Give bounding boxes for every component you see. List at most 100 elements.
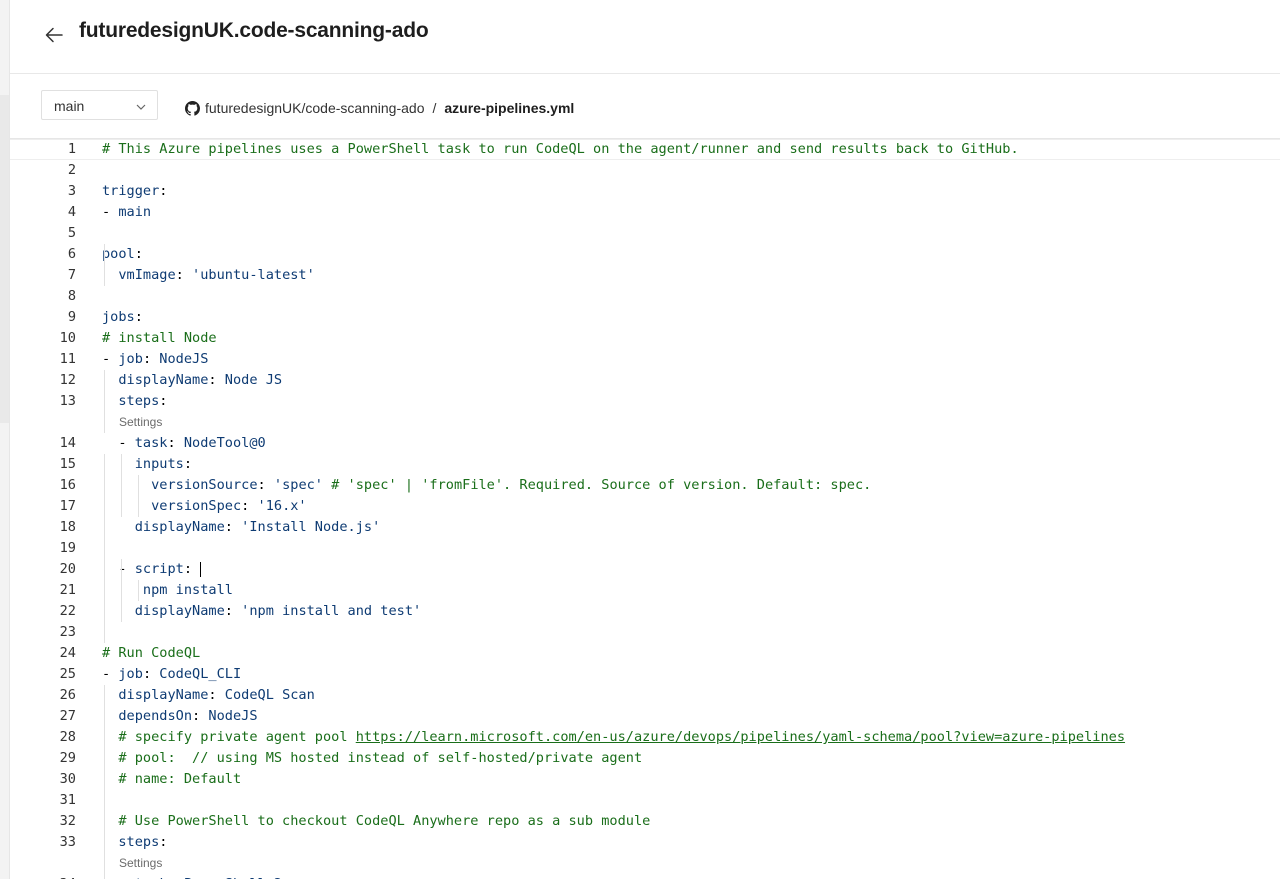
code-line[interactable]: 8 xyxy=(10,286,1280,307)
code-text: - task: PowerShell@2 xyxy=(102,874,282,879)
code-text: versionSpec: '16.x' xyxy=(151,498,307,514)
code-line[interactable]: 25 - job: CodeQL_CLI xyxy=(10,664,1280,685)
code-line[interactable]: 18 displayName: 'Install Node.js' xyxy=(10,517,1280,538)
code-line[interactable]: 2 xyxy=(10,160,1280,181)
code-line[interactable]: 11 - job: NodeJS xyxy=(10,349,1280,370)
code-text: displayName: Node JS xyxy=(118,372,283,388)
code-line[interactable]: 24 # Run CodeQL xyxy=(10,643,1280,664)
line-number: 34 xyxy=(10,874,76,879)
page-title: futuredesignUK.code-scanning-ado xyxy=(79,19,429,42)
line-number: 24 xyxy=(59,645,76,661)
line-number: 30 xyxy=(59,771,76,787)
code-line[interactable]: 6 pool: xyxy=(10,244,1280,265)
code-line[interactable]: 4 - main xyxy=(10,202,1280,223)
indent-guide xyxy=(138,475,139,517)
line-number: 11 xyxy=(59,351,76,367)
line-number: 3 xyxy=(67,183,76,199)
code-editor[interactable]: 1 # This Azure pipelines uses a PowerShel… xyxy=(10,138,1280,879)
code-line[interactable]: 23 xyxy=(10,622,1280,643)
code-line[interactable]: 16 versionSource: 'spec' # 'spec' | 'fro… xyxy=(10,475,1280,496)
line-number: 18 xyxy=(59,519,76,535)
code-line[interactable]: 27 dependsOn: NodeJS xyxy=(10,706,1280,727)
code-line[interactable]: 29 # pool: // using MS hosted instead of… xyxy=(10,748,1280,769)
branch-selector[interactable]: main xyxy=(41,90,158,120)
chevron-down-icon xyxy=(135,100,147,118)
code-line[interactable]: 12 displayName: Node JS xyxy=(10,370,1280,391)
github-icon xyxy=(185,100,200,116)
code-text: dependsOn: NodeJS xyxy=(118,708,258,724)
line-number: 19 xyxy=(59,540,76,556)
code-line[interactable]: 3 trigger: xyxy=(10,181,1280,202)
code-text: pool: xyxy=(102,246,143,262)
file-name[interactable]: azure-pipelines.yml xyxy=(444,100,574,116)
line-number: 6 xyxy=(67,246,76,262)
indent-guide xyxy=(121,454,122,517)
code-text: - job: NodeJS xyxy=(102,351,209,367)
file-toolbar: main futuredesignUK/code-scanning-ado / … xyxy=(10,74,1280,138)
code-text: - script: xyxy=(102,561,202,577)
line-number: 5 xyxy=(67,225,76,241)
code-text: displayName: CodeQL Scan xyxy=(118,687,315,703)
line-number: 7 xyxy=(67,267,76,283)
code-line[interactable]: 15 inputs: xyxy=(10,454,1280,475)
code-text: # Run CodeQL xyxy=(102,645,201,661)
path-separator: / xyxy=(432,100,437,116)
settings-codelens[interactable]: Settings xyxy=(119,412,162,433)
line-number: 20 xyxy=(59,561,76,577)
line-number: 27 xyxy=(59,708,76,724)
code-line[interactable]: 22 displayName: 'npm install and test' xyxy=(10,601,1280,622)
code-line[interactable]: 19 xyxy=(10,538,1280,559)
code-line[interactable]: 20 - script: xyxy=(10,559,1280,580)
line-number: 4 xyxy=(67,204,76,220)
line-number: 10 xyxy=(59,330,76,346)
code-line[interactable]: 26 displayName: CodeQL Scan xyxy=(10,685,1280,706)
back-arrow-icon[interactable] xyxy=(43,24,65,46)
left-scrollbar[interactable] xyxy=(0,0,10,879)
code-line[interactable]: 13 steps: xyxy=(10,391,1280,412)
code-text: # This Azure pipelines uses a PowerShell… xyxy=(102,141,1019,157)
line-number: 16 xyxy=(59,477,76,493)
code-line[interactable]: 10 # install Node xyxy=(10,328,1280,349)
code-text: - main xyxy=(102,204,152,220)
line-number: 32 xyxy=(59,813,76,829)
code-text: # install Node xyxy=(102,330,217,346)
scrollbar-thumb[interactable] xyxy=(0,95,9,423)
settings-codelens[interactable]: Settings xyxy=(119,853,162,874)
code-text: steps: xyxy=(118,834,168,850)
repo-link[interactable]: futuredesignUK/code-scanning-ado xyxy=(205,100,424,116)
code-text: trigger: xyxy=(102,183,168,199)
line-number: 21 xyxy=(59,582,76,598)
line-number: 29 xyxy=(59,750,76,766)
line-number: 26 xyxy=(59,687,76,703)
code-line[interactable]: 9 jobs: xyxy=(10,307,1280,328)
line-number: 12 xyxy=(59,372,76,388)
code-text: displayName: 'Install Node.js' xyxy=(134,519,381,535)
indent-guide xyxy=(104,454,105,643)
line-number: 23 xyxy=(59,624,76,640)
code-line[interactable]: 21 npm install xyxy=(10,580,1280,601)
code-line[interactable]: 14 - task: NodeTool@0 xyxy=(10,433,1280,454)
line-number: 8 xyxy=(67,288,76,304)
code-line[interactable]: 7 vmImage: 'ubuntu-latest' xyxy=(10,265,1280,286)
breadcrumb: futuredesignUK/code-scanning-ado / azure… xyxy=(185,98,574,118)
line-number: 1 xyxy=(67,141,76,157)
code-line[interactable]: 30 # name: Default xyxy=(10,769,1280,790)
code-text: displayName: 'npm install and test' xyxy=(134,603,422,619)
code-line[interactable]: 17 versionSpec: '16.x' xyxy=(10,496,1280,517)
code-text: vmImage: 'ubuntu-latest' xyxy=(118,267,315,283)
code-line[interactable]: 33 steps: xyxy=(10,832,1280,853)
indent-guide xyxy=(138,580,139,601)
code-line[interactable]: 31 xyxy=(10,790,1280,811)
code-text: - job: CodeQL_CLI xyxy=(102,666,242,682)
code-text: - task: NodeTool@0 xyxy=(102,435,266,451)
code-text: # specify private agent pool https://lea… xyxy=(118,729,1126,745)
code-text: versionSource: 'spec' # 'spec' | 'fromFi… xyxy=(151,477,872,493)
line-number: 28 xyxy=(59,729,76,745)
code-line[interactable]: 28 # specify private agent pool https://… xyxy=(10,727,1280,748)
code-line[interactable]: 34 - task: PowerShell@2 xyxy=(10,874,1280,879)
code-line[interactable]: 1 # This Azure pipelines uses a PowerShel… xyxy=(10,139,1280,160)
code-text: jobs: xyxy=(102,309,143,325)
code-line[interactable]: 5 xyxy=(10,223,1280,244)
code-line[interactable]: 32 # Use PowerShell to checkout CodeQL A… xyxy=(10,811,1280,832)
line-number: 14 xyxy=(59,435,76,451)
